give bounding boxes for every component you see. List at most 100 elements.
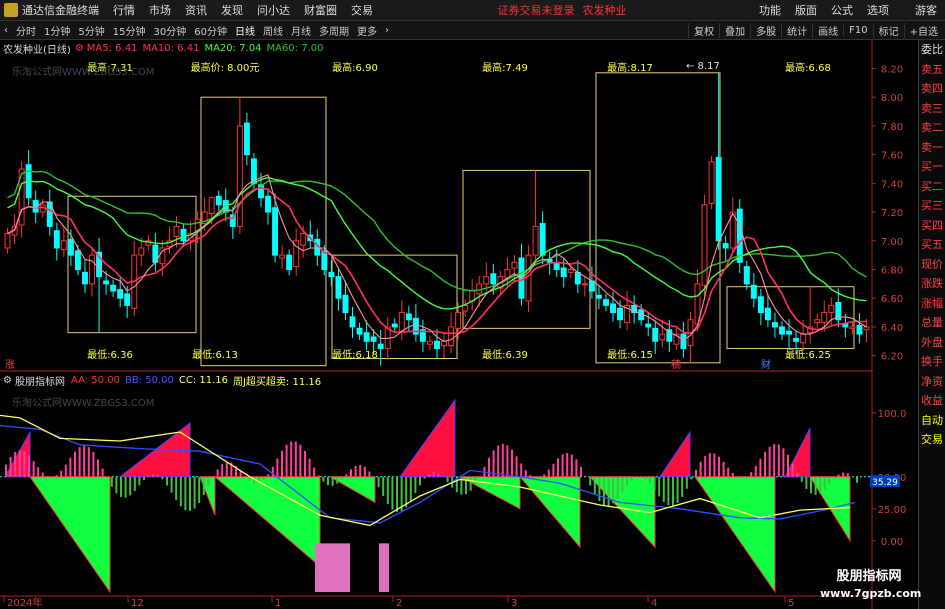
chart-canvas[interactable]: 8.20 8.00 7.80 7.60 7.40 7.20 7.00 6.80 6.60 6.40… [0,40,918,609]
login-warning[interactable]: 证券交易未登录 [498,2,575,18]
indicator-watermark: 乐淘公式网WWW.ZBGS3.COM [12,398,155,409]
candle-body [363,332,370,342]
menu-item-ask[interactable]: 问小达 [257,2,290,18]
price-tick-label: 7.20 [881,208,903,219]
indicator-tick-label: 25.00 [878,505,907,516]
period-tab[interactable]: 15分钟 [109,23,150,38]
high-annotation: 最高:6.68 [785,61,831,74]
ma20-label: MA20: 7.04 [204,43,262,54]
side-panel-item: 买四 [921,218,943,232]
candle-body [455,312,462,329]
high-annotation: 最高:8.17 [607,61,653,74]
price-tick-label: 8.20 [881,64,903,75]
multi-stock-button[interactable]: 多股 [750,22,781,38]
restore-rights-button[interactable]: 复权 [688,22,719,38]
candle-body [532,225,539,256]
candle-body [82,271,88,285]
candle-body [370,336,377,342]
candle-body [863,326,870,331]
menu-item-quotes[interactable]: 行情 [113,2,135,18]
gear-icon[interactable]: ⚙ [3,375,12,386]
statistics-button[interactable]: 统计 [781,22,812,38]
candle-body [335,276,342,299]
candle-body [117,289,124,299]
side-panel-item: 卖一 [921,140,943,154]
menu-item-trade[interactable]: 交易 [351,2,373,18]
main-chart-title: 农发种业(日线) [3,45,71,56]
price-tick-label: 6.20 [881,352,903,363]
candle-body [779,326,785,335]
candle-body [426,340,433,345]
period-tab[interactable]: 60分钟 [190,23,231,38]
overlay-button[interactable]: 叠加 [719,22,750,38]
high-annotation: 最高:6.90 [332,61,378,74]
candle-body [279,254,286,259]
side-panel-item[interactable]: 交易 [919,430,945,450]
menu-item-news[interactable]: 资讯 [185,2,207,18]
x-tick-label: 2024年 [7,596,42,609]
price-tick-label: 7.80 [881,122,903,133]
menu-item-options[interactable]: 选项 [867,2,889,18]
mark-button[interactable]: 标记 [872,22,904,38]
candle-body [89,254,95,285]
candle-body [757,296,764,314]
period-tab[interactable]: 周线 [259,23,287,38]
candle-body [236,125,243,227]
side-panel-item: 卖二 [921,121,943,134]
x-tick-label: 5 [788,598,794,609]
draw-line-button[interactable]: 画线 [812,22,843,38]
f10-button[interactable]: F10 [843,24,872,36]
period-tab[interactable]: 1分钟 [40,23,74,38]
period-tab-more[interactable]: 更多 [353,23,381,38]
candle-body [511,261,518,269]
candle-body [286,254,293,270]
menu-item-function[interactable]: 功能 [759,2,781,18]
candle-body [215,195,222,206]
candle-body [4,233,11,249]
candle-body [67,238,74,256]
price-tick-label: 6.80 [881,265,903,276]
site-watermark: 股朋指标网 www.7gpzb.com [820,568,922,608]
side-panel-item: 买五 [921,238,943,251]
candle-body [525,254,532,302]
menu-item-market[interactable]: 市场 [149,2,171,18]
settings-icon[interactable]: ⚙ [75,43,84,54]
period-tab[interactable]: 分时 [12,23,40,38]
candle-body [560,267,567,278]
candle-body [300,233,307,246]
candle-body [814,319,821,324]
site-url: www.7gpzb.com [820,587,922,600]
main-watermark: 乐淘公式网WWW.ZBGS3.COM [12,67,155,78]
event-mark: 财 [761,358,771,371]
candle-body [328,271,335,278]
guest-user[interactable]: 游客 [915,2,937,18]
high-annotation: 最高:7.49 [482,61,528,74]
candle-body [842,323,849,328]
ma5-label: MA5: 6.41 [86,43,138,54]
ma10-label: MA10: 6.41 [142,43,200,54]
candle-body [743,266,750,285]
candle-body [652,327,659,342]
x-tick-label: 12 [131,598,144,609]
candle-body [448,326,455,347]
menu-item-wealth[interactable]: 财富圈 [304,2,337,18]
scroll-right-arrow[interactable]: › [381,25,393,36]
candle-body [828,304,835,314]
period-tab[interactable]: 月线 [287,23,315,38]
side-panel-item: 外盘 [921,335,943,349]
period-tab-active[interactable]: 日线 [231,23,259,38]
candle-body [483,276,490,285]
add-watchlist-button[interactable]: +自选 [903,22,943,38]
menu-item-layout[interactable]: 版面 [795,2,817,18]
menu-item-discover[interactable]: 发现 [221,2,243,18]
period-tab[interactable]: 5分钟 [74,23,108,38]
side-panel-item: 收益 [921,394,943,407]
side-panel-item[interactable]: 自动 [919,411,945,431]
site-name: 股朋指标网 [836,569,902,584]
menu-item-formula[interactable]: 公式 [831,2,853,18]
low-annotation: 最低:6.25 [785,348,831,361]
period-tab[interactable]: 30分钟 [149,23,190,38]
scroll-left-arrow[interactable]: ‹ [0,25,12,36]
period-tab[interactable]: 多周期 [315,23,353,38]
app-title: 通达信金融终端 [22,4,99,17]
